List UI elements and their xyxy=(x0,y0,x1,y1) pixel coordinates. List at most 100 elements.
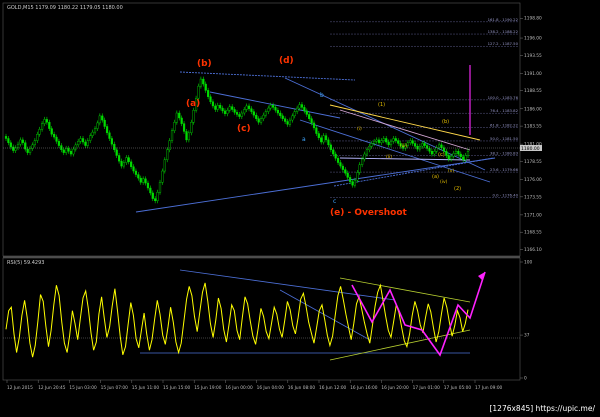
candle-body xyxy=(293,111,296,117)
candle-body xyxy=(341,165,344,170)
candle-body xyxy=(445,151,448,156)
wave-label: c xyxy=(333,198,336,205)
candle-body xyxy=(440,144,443,148)
candle-body xyxy=(101,115,104,121)
candle-body xyxy=(132,166,135,172)
candle-body xyxy=(45,119,49,123)
candle-body xyxy=(108,132,111,139)
time-tick-label: 16 Jun 00:00 xyxy=(225,385,253,391)
candle-body xyxy=(93,128,97,133)
candle-body xyxy=(103,119,106,127)
time-tick-label: 15 Jun 07:00 xyxy=(101,385,129,391)
candle-body xyxy=(257,118,260,123)
candle-body xyxy=(255,114,258,119)
candle-body xyxy=(187,132,190,141)
candle-body xyxy=(365,149,369,155)
candle-body xyxy=(288,119,292,125)
candle-body xyxy=(344,169,347,174)
price-tick-label: 1188.55 xyxy=(524,88,542,94)
candle-body xyxy=(322,135,325,143)
candle-body xyxy=(33,140,36,146)
candle-body xyxy=(452,153,455,157)
candle-body xyxy=(320,137,323,143)
wave-label: (ii) xyxy=(386,154,392,160)
candle-body xyxy=(346,172,349,178)
candle-body xyxy=(154,198,157,201)
candle-body xyxy=(310,118,313,124)
candle-body xyxy=(351,181,354,186)
candle-body xyxy=(281,115,284,119)
candle-body xyxy=(423,143,426,146)
fib-label: 38.2 - 1180.83 xyxy=(490,150,519,155)
candle-body xyxy=(113,143,116,151)
candle-body xyxy=(134,170,138,175)
candle-body xyxy=(168,140,171,151)
candle-body xyxy=(315,127,318,134)
wave-label: (iii) xyxy=(400,143,408,149)
candle-body xyxy=(466,151,470,156)
candle-body xyxy=(411,140,414,144)
time-tick-label: 15 Jun 15:00 xyxy=(163,385,191,391)
candle-body xyxy=(385,138,388,143)
candle-body xyxy=(67,148,70,152)
candle-body xyxy=(250,108,253,112)
candle-body xyxy=(409,140,412,143)
wave-label: (c) xyxy=(237,124,251,134)
candle-body xyxy=(276,109,280,114)
candle-body xyxy=(178,112,181,119)
candle-body xyxy=(50,128,53,135)
candle-body xyxy=(144,178,147,184)
candle-body xyxy=(53,134,56,138)
wave-label: a xyxy=(302,136,306,143)
rsi-tick-label: 100 xyxy=(524,260,532,266)
candle-body xyxy=(110,138,113,145)
candle-body xyxy=(91,131,94,136)
candle-body xyxy=(279,112,282,117)
candle-body xyxy=(387,141,390,146)
candle-body xyxy=(81,138,85,143)
candle-body xyxy=(380,140,383,143)
candle-body xyxy=(317,133,320,138)
candle-body xyxy=(89,135,92,141)
background xyxy=(0,0,600,417)
candle-body xyxy=(298,104,301,109)
candle-body xyxy=(115,149,118,156)
time-tick-label: 17 Jun 05:00 xyxy=(444,385,472,391)
wave-label: (b) xyxy=(197,59,212,69)
rsi-info: RSI(5) 59.4293 xyxy=(7,260,44,266)
candle-body xyxy=(303,107,306,112)
wave-label: (v) xyxy=(448,168,454,174)
candle-body xyxy=(430,151,434,155)
candle-body xyxy=(245,105,248,110)
candle-body xyxy=(377,139,381,143)
candle-body xyxy=(221,107,224,112)
candle-body xyxy=(77,141,80,146)
candle-body xyxy=(238,114,241,117)
candle-body xyxy=(127,157,130,163)
candle-body xyxy=(336,158,340,163)
candle-body xyxy=(329,144,332,151)
candle-body xyxy=(156,192,159,201)
rsi-tick-label: 37 xyxy=(524,333,530,339)
rsi-tick-label: 0 xyxy=(524,376,527,382)
fib-label: 100.0 - 1183.76 xyxy=(488,95,519,100)
price-tick-label: 1196.00 xyxy=(524,36,542,42)
fib-label: 50.0 - 1181.50 xyxy=(490,136,519,141)
time-tick-label: 17 Jun 01:00 xyxy=(413,385,441,391)
candle-body xyxy=(454,151,458,154)
candle-body xyxy=(161,170,164,183)
wave-label: (2) xyxy=(454,186,461,192)
candle-body xyxy=(98,115,101,124)
candle-body xyxy=(353,180,357,186)
candle-body xyxy=(19,139,22,145)
price-tick-label: 1173.55 xyxy=(524,194,542,200)
candle-body xyxy=(305,110,308,115)
candle-body xyxy=(416,146,419,150)
price-tick-label: 1166.10 xyxy=(524,247,542,253)
candle-body xyxy=(7,138,10,143)
price-marker-label: 1180.00 xyxy=(521,146,540,152)
time-tick-label: 12 Jun 2015 xyxy=(7,385,33,391)
candle-body xyxy=(308,114,311,119)
wave-label: (i) xyxy=(357,126,362,132)
candle-body xyxy=(214,105,217,110)
